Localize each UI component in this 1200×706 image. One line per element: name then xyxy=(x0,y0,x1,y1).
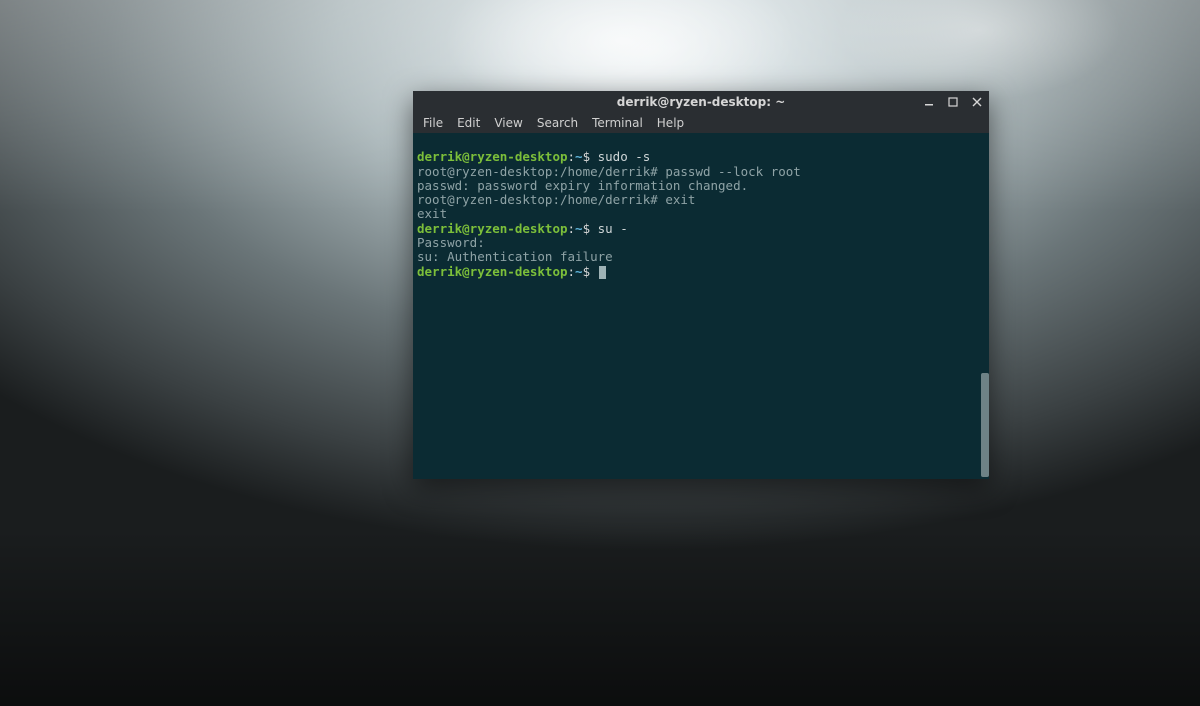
prompt-user: derrik@ryzen-desktop xyxy=(417,264,568,279)
maximize-button[interactable] xyxy=(945,94,961,110)
prompt-sep: : xyxy=(568,264,576,279)
prompt-dollar: $ xyxy=(583,221,591,236)
prompt-user: derrik@ryzen-desktop xyxy=(417,149,568,164)
menu-view[interactable]: View xyxy=(488,115,528,131)
prompt-path: ~ xyxy=(575,221,583,236)
command-2: su - xyxy=(590,221,628,236)
window-controls xyxy=(921,91,985,113)
output-line: su: Authentication failure xyxy=(417,249,613,264)
terminal-output[interactable]: derrik@ryzen-desktop:~$ sudo -s root@ryz… xyxy=(413,133,989,479)
prompt-path: ~ xyxy=(575,149,583,164)
prompt-user: derrik@ryzen-desktop xyxy=(417,221,568,236)
terminal-scrollbar[interactable] xyxy=(981,373,989,477)
prompt-dollar: $ xyxy=(583,149,591,164)
output-line: passwd: password expiry information chan… xyxy=(417,178,748,193)
output-line: root@ryzen-desktop:/home/derrik# exit xyxy=(417,192,695,207)
terminal-window: derrik@ryzen-desktop: ~ File Edit View S… xyxy=(413,91,989,479)
window-titlebar[interactable]: derrik@ryzen-desktop: ~ xyxy=(413,91,989,113)
menu-search[interactable]: Search xyxy=(531,115,584,131)
prompt-sep: : xyxy=(568,149,576,164)
prompt-dollar: $ xyxy=(583,264,591,279)
minimize-button[interactable] xyxy=(921,94,937,110)
output-line: root@ryzen-desktop:/home/derrik# passwd … xyxy=(417,164,801,179)
window-title: derrik@ryzen-desktop: ~ xyxy=(413,95,989,109)
close-button[interactable] xyxy=(969,94,985,110)
menu-edit[interactable]: Edit xyxy=(451,115,486,131)
menu-terminal[interactable]: Terminal xyxy=(586,115,649,131)
prompt-sep: : xyxy=(568,221,576,236)
output-line: exit xyxy=(417,206,447,221)
prompt-path: ~ xyxy=(575,264,583,279)
menu-bar: File Edit View Search Terminal Help xyxy=(413,113,989,133)
menu-file[interactable]: File xyxy=(417,115,449,131)
menu-help[interactable]: Help xyxy=(651,115,690,131)
command-1: sudo -s xyxy=(590,149,650,164)
terminal-cursor xyxy=(599,266,606,279)
output-line: Password: xyxy=(417,235,485,250)
